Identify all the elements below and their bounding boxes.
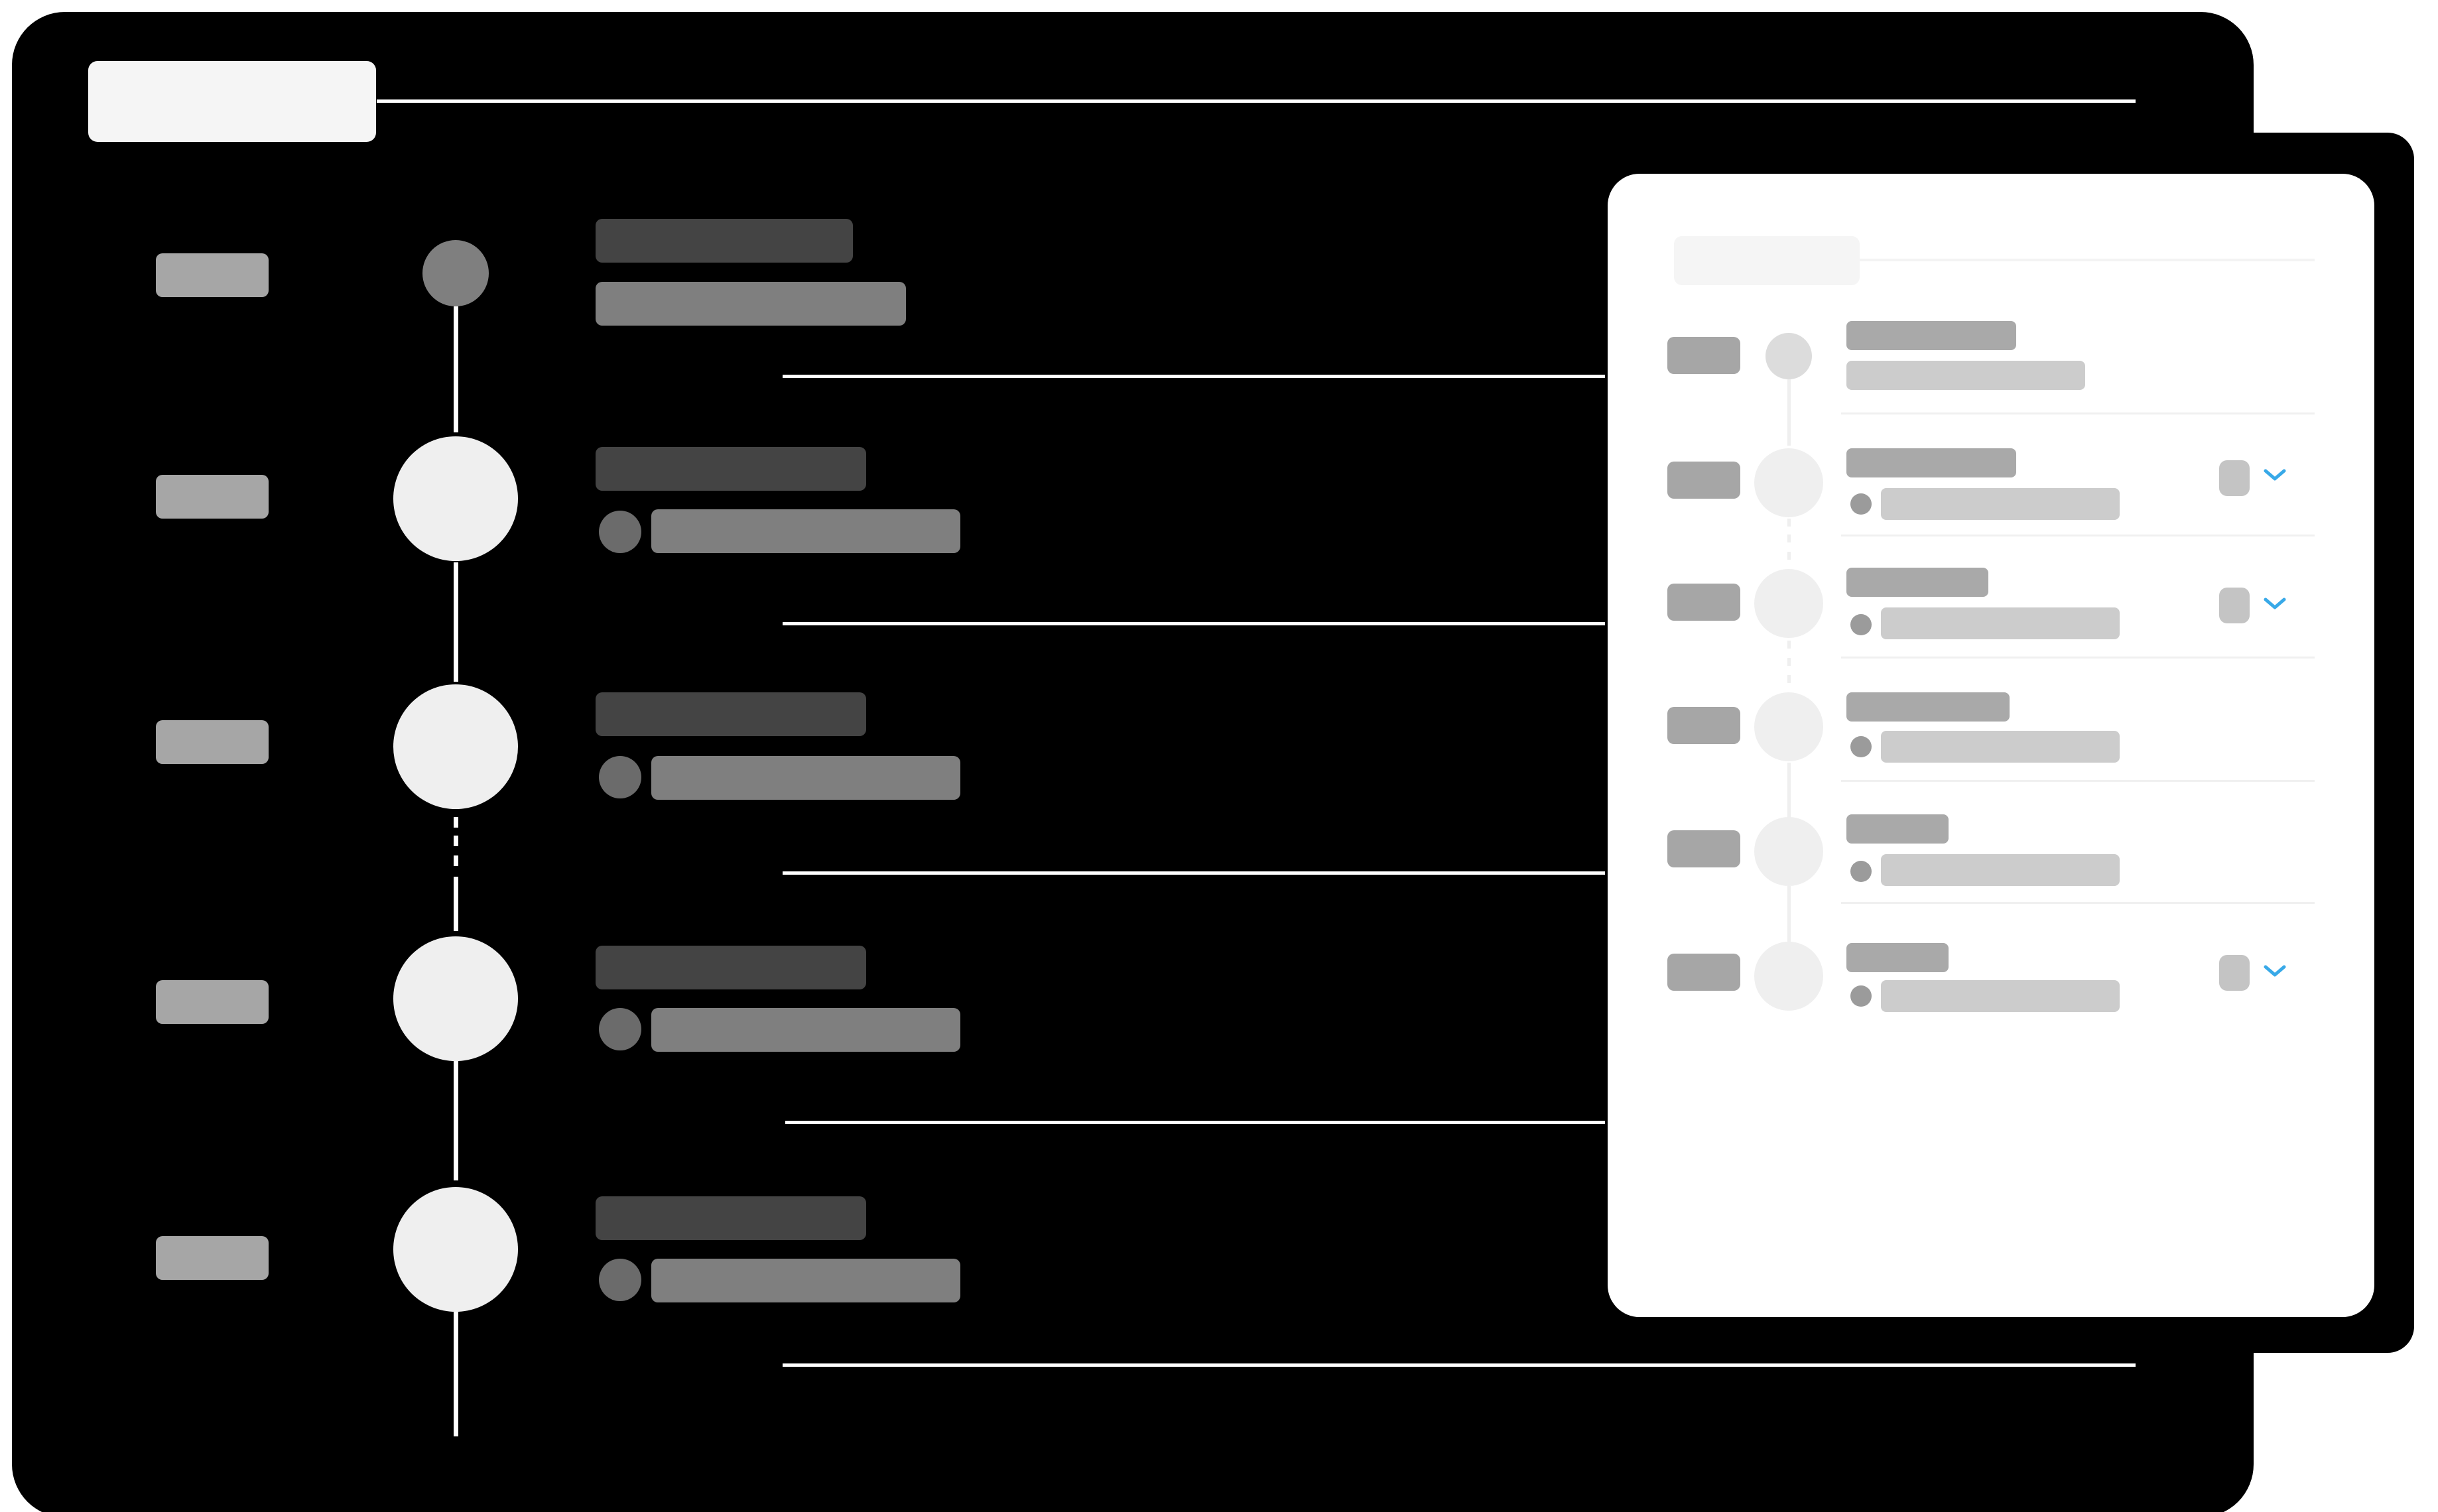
entry-detail-bar xyxy=(651,509,960,553)
avatar-dot xyxy=(599,1259,641,1301)
card-row-divider xyxy=(1841,780,2315,782)
card-date-pill xyxy=(1667,584,1740,621)
timeline-spine-segment xyxy=(454,306,458,432)
timeline-spine-dash xyxy=(454,855,458,866)
entry-title-bar xyxy=(596,1196,866,1240)
card-avatar-dot xyxy=(1850,736,1872,757)
card-header-rule xyxy=(1860,259,2315,261)
card-avatar-dot xyxy=(1850,861,1872,882)
card-row-divider xyxy=(1841,412,2315,414)
row-divider xyxy=(783,871,1605,875)
card-subtitle-bar xyxy=(1881,731,2120,763)
timeline-spine-segment xyxy=(454,562,458,682)
card-badge[interactable] xyxy=(2219,588,2250,623)
entry-title-bar xyxy=(596,946,866,989)
card-row-divider xyxy=(1841,657,2315,659)
date-pill xyxy=(156,253,269,297)
card-spine-dash xyxy=(1787,675,1791,683)
timeline-spine-dash xyxy=(454,836,458,846)
card-subtitle-bar xyxy=(1881,488,2120,520)
header-rule xyxy=(377,99,2136,103)
entry-detail-bar xyxy=(651,1259,960,1302)
header-pill xyxy=(88,61,376,142)
card-subtitle-bar xyxy=(1846,361,2085,390)
card-date-pill xyxy=(1667,954,1740,991)
card-title-bar xyxy=(1846,692,2010,722)
timeline-spine-segment xyxy=(454,1061,458,1180)
date-pill xyxy=(156,1236,269,1280)
timeline-node-large xyxy=(393,1187,518,1312)
row-divider xyxy=(783,1363,2136,1367)
card-subtitle-bar xyxy=(1881,607,2120,639)
row-divider xyxy=(783,375,1605,378)
card-title-bar xyxy=(1846,448,2016,477)
card-date-pill xyxy=(1667,337,1740,374)
card-spine-dash xyxy=(1787,552,1791,560)
date-pill xyxy=(156,720,269,764)
timeline-node-large xyxy=(393,436,518,561)
entry-detail-bar xyxy=(651,1008,960,1052)
card-title-bar xyxy=(1846,568,1988,597)
card-node xyxy=(1754,692,1823,761)
card-header-pill xyxy=(1674,236,1860,285)
card-date-pill xyxy=(1667,462,1740,499)
card-spine-dash xyxy=(1787,519,1791,527)
entry-title-bar xyxy=(596,692,866,736)
timeline-node-large xyxy=(393,936,518,1061)
entry-title-bar xyxy=(596,447,866,491)
card-avatar-dot xyxy=(1850,493,1872,515)
timeline-spine-dash xyxy=(454,817,458,828)
card-row-divider xyxy=(1841,902,2315,904)
card-subtitle-bar xyxy=(1881,854,2120,886)
card-row-divider xyxy=(1841,535,2315,536)
card-spine-dash xyxy=(1787,641,1791,649)
date-pill xyxy=(156,475,269,519)
card-spine-segment xyxy=(1787,763,1791,820)
card-title-bar xyxy=(1846,321,2016,350)
card-node xyxy=(1754,569,1823,638)
card-title-bar xyxy=(1846,943,1949,972)
avatar-dot xyxy=(599,756,641,798)
card-badge[interactable] xyxy=(2219,460,2250,496)
card-date-pill xyxy=(1667,830,1740,867)
card-node xyxy=(1754,448,1823,517)
timeline-node-large xyxy=(393,684,518,809)
timeline-wireframe xyxy=(0,0,2438,1512)
entry-detail-bar xyxy=(651,756,960,800)
card-badge[interactable] xyxy=(2219,955,2250,991)
avatar-dot xyxy=(599,1008,641,1050)
row-divider xyxy=(785,1121,1605,1124)
card-node xyxy=(1754,942,1823,1011)
card-node xyxy=(1754,817,1823,886)
card-subtitle-bar xyxy=(1881,980,2120,1012)
card-spine-dash xyxy=(1787,658,1791,666)
wireframe-canvas xyxy=(12,12,2414,1512)
date-pill xyxy=(156,980,269,1024)
entry-detail-bar xyxy=(596,282,906,326)
card-avatar-dot xyxy=(1850,614,1872,635)
card-title-bar xyxy=(1846,814,1949,844)
card-avatar-dot xyxy=(1850,985,1872,1007)
timeline-spine-segment xyxy=(454,1312,458,1436)
card-spine-segment xyxy=(1787,886,1791,947)
timeline-spine-segment xyxy=(454,877,458,931)
card-spine-dash xyxy=(1787,535,1791,542)
avatar-dot xyxy=(599,511,641,553)
entry-title-bar xyxy=(596,219,853,263)
card-node-small xyxy=(1765,333,1812,379)
row-divider xyxy=(783,622,1605,625)
card-spine-segment xyxy=(1787,373,1791,446)
timeline-node-small xyxy=(422,240,489,306)
card-date-pill xyxy=(1667,707,1740,744)
detail-card xyxy=(1608,174,2374,1317)
